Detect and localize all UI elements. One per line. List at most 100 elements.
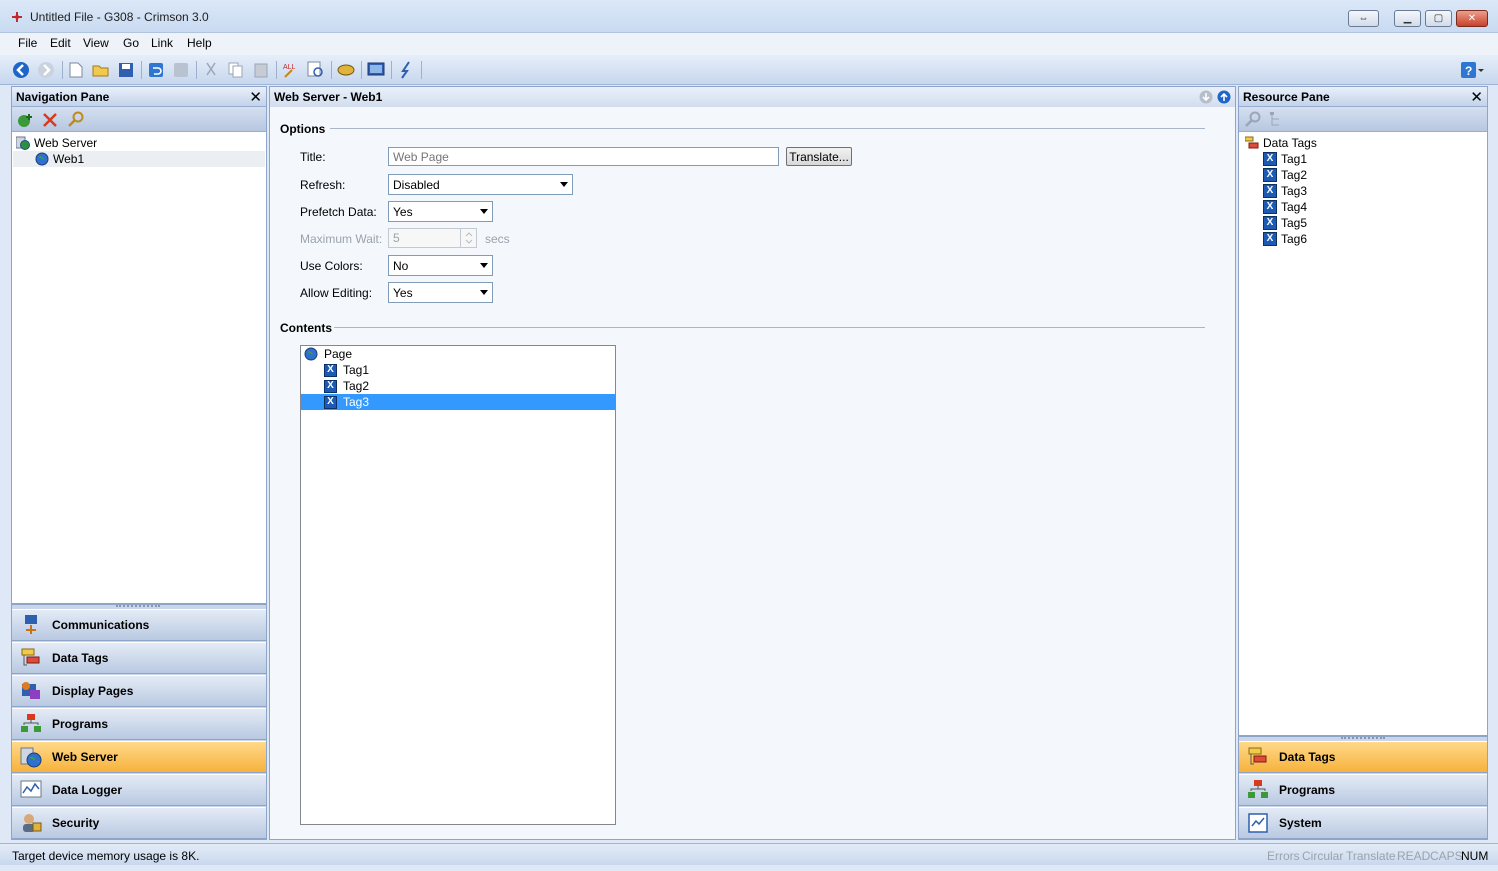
category-web-server[interactable]: Web Server bbox=[12, 741, 266, 773]
tree-item-web-server[interactable]: Web Server bbox=[16, 135, 97, 151]
tree-item-tag3[interactable]: X Tag3 bbox=[1263, 183, 1307, 199]
menu-file[interactable]: File bbox=[18, 36, 37, 50]
tree-item-tag6[interactable]: X Tag6 bbox=[1263, 231, 1307, 247]
use-colors-value: No bbox=[393, 259, 409, 273]
close-icon[interactable]: ✕ bbox=[1470, 88, 1483, 106]
window-title: Untitled File - G308 - Crimson 3.0 bbox=[30, 10, 209, 24]
status-caps: CAPS bbox=[1430, 849, 1463, 863]
delete-icon[interactable] bbox=[42, 112, 58, 128]
tag-icon: X bbox=[324, 379, 337, 393]
search-icon[interactable] bbox=[1244, 111, 1262, 129]
navigation-category-bar: Communications Data Tags Display Pages P… bbox=[11, 604, 267, 840]
status-bar: Target device memory usage is 8K. Errors… bbox=[0, 843, 1498, 865]
editor-title: Web Server - Web1 bbox=[274, 90, 383, 104]
display-preview-icon[interactable] bbox=[367, 61, 385, 79]
restore-layout-button[interactable]: ⇔ bbox=[1348, 10, 1379, 27]
category-label: Data Tags bbox=[1279, 750, 1336, 764]
contents-list[interactable]: Page X Tag1 X Tag2 X Tag3 bbox=[300, 345, 616, 825]
svg-text:?: ? bbox=[1465, 64, 1472, 78]
title-input[interactable] bbox=[388, 147, 779, 166]
menu-go[interactable]: Go bbox=[123, 36, 139, 50]
tree-item-data-tags[interactable]: Data Tags bbox=[1245, 135, 1317, 151]
resource-pane-title: Resource Pane bbox=[1243, 90, 1330, 104]
prefetch-data-select[interactable]: Yes bbox=[388, 201, 493, 222]
close-window-button[interactable]: ✕ bbox=[1456, 10, 1488, 27]
open-folder-icon[interactable] bbox=[92, 61, 110, 79]
maximum-wait-stepper[interactable]: 5 bbox=[388, 228, 477, 248]
find-all-icon[interactable]: ALL bbox=[282, 61, 300, 79]
communications-icon bbox=[20, 614, 42, 636]
copy-icon[interactable] bbox=[227, 61, 245, 79]
new-file-icon[interactable] bbox=[67, 61, 85, 79]
maximize-button[interactable]: ▢ bbox=[1425, 10, 1452, 27]
tree-item-tag2[interactable]: X Tag2 bbox=[1263, 167, 1307, 183]
menu-view[interactable]: View bbox=[83, 36, 109, 50]
help-icon[interactable]: ? bbox=[1460, 61, 1484, 79]
tag-icon: X bbox=[1263, 232, 1277, 246]
menu-edit[interactable]: Edit bbox=[50, 36, 71, 50]
spinner-arrows-icon[interactable] bbox=[460, 229, 476, 247]
list-item-tag1[interactable]: X Tag1 bbox=[301, 362, 615, 378]
category-label: System bbox=[1279, 816, 1322, 830]
back-icon[interactable] bbox=[12, 61, 30, 79]
tag-icon: X bbox=[1263, 216, 1277, 230]
splitter-grip[interactable] bbox=[116, 605, 160, 608]
data-tags-icon bbox=[1247, 746, 1269, 768]
allow-editing-select[interactable]: Yes bbox=[388, 282, 493, 303]
category-label: Data Tags bbox=[52, 651, 109, 665]
tag-icon: X bbox=[1263, 200, 1277, 214]
search-icon[interactable] bbox=[67, 111, 85, 129]
category-display-pages[interactable]: Display Pages bbox=[12, 675, 266, 707]
category-data-logger[interactable]: Data Logger bbox=[12, 774, 266, 806]
use-colors-select[interactable]: No bbox=[388, 255, 493, 276]
menu-link[interactable]: Link bbox=[151, 36, 173, 50]
cut-icon[interactable] bbox=[202, 61, 220, 79]
tree-item-label: Web Server bbox=[34, 136, 98, 150]
resource-pane-toolbar bbox=[1239, 107, 1487, 132]
redo-icon[interactable] bbox=[172, 61, 190, 79]
translate-button[interactable]: Translate... bbox=[786, 147, 852, 166]
tree-item-label: Tag4 bbox=[1281, 200, 1308, 214]
list-item-tag3[interactable]: X Tag3 bbox=[301, 394, 615, 410]
add-item-icon[interactable] bbox=[17, 112, 35, 128]
undo-icon[interactable] bbox=[147, 61, 165, 79]
status-translate: Translate bbox=[1346, 849, 1396, 863]
list-item-page[interactable]: Page bbox=[301, 346, 615, 362]
category-security[interactable]: Security bbox=[12, 807, 266, 839]
globe-icon bbox=[35, 152, 49, 166]
navigate-down-icon[interactable] bbox=[1199, 90, 1213, 104]
link-transfer-icon[interactable] bbox=[337, 61, 355, 79]
editor-panel: Web Server - Web1 Options Title: Transla… bbox=[269, 86, 1236, 840]
forward-icon[interactable] bbox=[37, 61, 55, 79]
minimize-button[interactable]: ▁ bbox=[1394, 10, 1421, 27]
close-icon[interactable]: ✕ bbox=[249, 88, 262, 106]
tree-item-label: Tag1 bbox=[1281, 152, 1308, 166]
tree-item-tag5[interactable]: X Tag5 bbox=[1263, 215, 1307, 231]
navigate-up-icon[interactable] bbox=[1217, 90, 1231, 104]
send-lightning-icon[interactable] bbox=[397, 61, 415, 79]
toolbar-separator bbox=[276, 61, 277, 79]
resource-category-system[interactable]: System bbox=[1239, 807, 1487, 839]
allow-editing-label: Allow Editing: bbox=[300, 286, 373, 300]
category-communications[interactable]: Communications bbox=[12, 609, 266, 641]
category-label: Data Logger bbox=[52, 783, 123, 797]
list-item-tag2[interactable]: X Tag2 bbox=[301, 378, 615, 394]
tree-item-tag1[interactable]: X Tag1 bbox=[1263, 151, 1307, 167]
category-programs[interactable]: Programs bbox=[12, 708, 266, 740]
tree-item-label: Tag2 bbox=[1281, 168, 1308, 182]
resource-category-programs[interactable]: Programs bbox=[1239, 774, 1487, 806]
resource-category-data-tags[interactable]: Data Tags bbox=[1239, 741, 1487, 773]
tree-view-icon[interactable] bbox=[1269, 111, 1283, 127]
category-data-tags[interactable]: Data Tags bbox=[12, 642, 266, 674]
editor-header: Web Server - Web1 bbox=[270, 87, 1235, 107]
paste-icon[interactable] bbox=[252, 61, 270, 79]
status-read: READ bbox=[1397, 849, 1431, 863]
find-usage-icon[interactable] bbox=[307, 61, 325, 79]
save-icon[interactable] bbox=[117, 61, 135, 79]
tree-item-tag4[interactable]: X Tag4 bbox=[1263, 199, 1307, 215]
refresh-value: Disabled bbox=[393, 178, 440, 192]
menu-help[interactable]: Help bbox=[187, 36, 212, 50]
refresh-select[interactable]: Disabled bbox=[388, 174, 573, 195]
tree-item-web1[interactable]: Web1 bbox=[13, 151, 265, 167]
splitter-grip[interactable] bbox=[1341, 737, 1385, 740]
